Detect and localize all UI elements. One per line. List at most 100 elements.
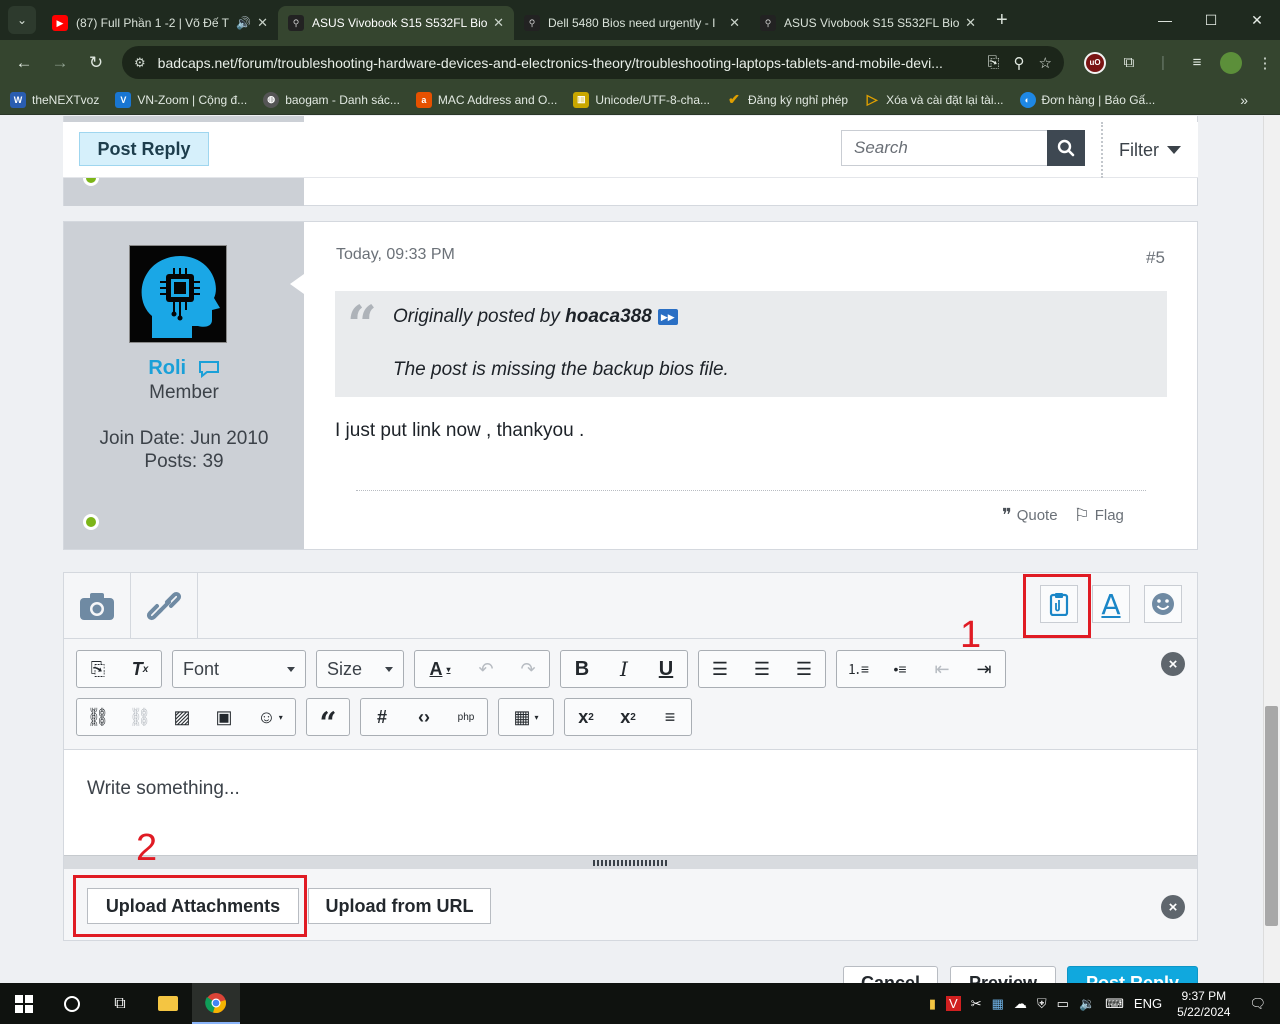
tab-close-icon[interactable]: ✕ [257, 15, 268, 31]
avatar[interactable] [129, 245, 227, 343]
site-info-icon[interactable]: ⚙ [134, 55, 146, 71]
reload-icon[interactable]: ↻ [78, 53, 114, 73]
bookmark-baogam[interactable]: ◍ baogam - Danh sác... [263, 91, 400, 108]
browser-tab-3[interactable]: ⚲ Dell 5480 Bios need urgently - I ✕ [514, 6, 750, 40]
quote-button[interactable]: ❞ Quote [1002, 505, 1058, 526]
subscript-icon[interactable]: x2 [565, 699, 607, 735]
outdent-icon[interactable]: ⇤ [921, 651, 963, 687]
maximize-icon[interactable]: ☐ [1188, 0, 1234, 40]
tray-app-icon[interactable]: ▮ [929, 996, 936, 1012]
tray-tool-icon[interactable]: ✂ [971, 996, 982, 1012]
bookmark-reinstall[interactable]: ▷ Xóa và cài đặt lại tài... [864, 91, 1004, 108]
search-circle-icon[interactable] [48, 983, 96, 1024]
browser-tab-1[interactable]: ▶ (87) Full Phần 1 -2 | Võ Đế T 🔊 ✕ [42, 6, 278, 40]
chrome-icon[interactable] [192, 983, 240, 1024]
private-message-icon[interactable] [198, 360, 220, 378]
bookmark-thenextvoz[interactable]: WtheNEXTvoz [10, 91, 99, 108]
tray-cloud-icon[interactable]: ☁ [1014, 996, 1027, 1012]
browser-menu-icon[interactable]: ⋮ [1248, 46, 1280, 79]
network-icon[interactable]: ▭ [1057, 996, 1069, 1012]
windows-start-icon[interactable] [0, 983, 48, 1024]
php-code-icon[interactable]: php [445, 699, 487, 735]
font-color-icon[interactable]: A ▾ [415, 651, 465, 687]
align-center-icon[interactable]: ☰ [741, 651, 783, 687]
more-bookmarks-icon[interactable]: » [1240, 92, 1248, 108]
cancel-button[interactable]: Cancel [843, 966, 938, 983]
language-indicator[interactable]: ENG [1134, 996, 1162, 1011]
insert-smiley-icon[interactable]: ☺ ▾ [245, 699, 295, 735]
remove-format-icon[interactable]: Tx [119, 651, 161, 687]
insert-table-icon[interactable]: ▦ ▾ [499, 699, 553, 735]
close-window-icon[interactable]: ✕ [1234, 0, 1280, 40]
clock[interactable]: 9:37 PM 5/22/2024 [1177, 988, 1230, 1020]
horizontal-rule-icon[interactable]: ≡ [649, 699, 691, 735]
hashtag-icon[interactable]: # [361, 699, 403, 735]
profile-avatar-icon[interactable] [1214, 46, 1248, 79]
close-attachments-icon[interactable]: × [1161, 895, 1185, 919]
preview-button[interactable]: Preview [950, 966, 1056, 983]
view-post-icon[interactable]: ▶▶ [657, 308, 678, 325]
tray-shield-icon[interactable]: ⛨ [1037, 996, 1047, 1012]
new-tab-button[interactable]: + [996, 9, 1008, 32]
task-view-icon[interactable]: ⧉ [96, 983, 144, 1024]
bookmark-mac-address[interactable]: a MAC Address and O... [415, 91, 557, 108]
bullet-list-icon[interactable]: •≡ [879, 651, 921, 687]
bookmark-unicode[interactable]: ▥ Unicode/UTF-8-cha... [573, 91, 710, 108]
message-textarea[interactable]: Write something... [64, 749, 1197, 855]
speaker-icon[interactable]: 🔊 [236, 16, 251, 30]
bookmark-star-icon[interactable]: ☆ [1039, 54, 1052, 72]
forward-icon[interactable]: → [42, 53, 78, 73]
notifications-icon[interactable]: 🗨 [1249, 996, 1266, 1012]
insert-image-icon[interactable]: ▨ [161, 699, 203, 735]
url-text[interactable]: badcaps.net/forum/troubleshooting-hardwa… [158, 55, 974, 71]
insert-quote-icon[interactable]: “ [307, 699, 349, 741]
address-bar[interactable]: ⚙ badcaps.net/forum/troubleshooting-hard… [122, 46, 1064, 79]
code-icon[interactable]: ‹› [403, 699, 445, 735]
browser-tab-2[interactable]: ⚲ ASUS Vivobook S15 S532FL Bio ✕ [278, 6, 514, 40]
tab-close-icon[interactable]: ✕ [729, 15, 740, 31]
post-reply-button[interactable]: Post Reply [1067, 966, 1198, 983]
keyboard-icon[interactable]: ⌨ [1105, 996, 1124, 1012]
tab-close-icon[interactable]: ✕ [493, 15, 504, 31]
search-button[interactable] [1047, 130, 1085, 166]
align-right-icon[interactable]: ☰ [783, 651, 825, 687]
ordered-list-icon[interactable]: ⒈≡ [837, 651, 879, 687]
bookmark-vnzoom[interactable]: V VN-Zoom | Cộng đ... [115, 91, 247, 108]
browser-tab-4[interactable]: ⚲ ASUS Vivobook S15 S532FL Bio ✕ [750, 6, 986, 40]
unlink-icon[interactable]: ⛓ [119, 699, 161, 735]
editor-resize-handle[interactable] [64, 855, 1197, 869]
underline-icon[interactable]: U [645, 651, 687, 687]
italic-icon[interactable]: I [603, 651, 645, 687]
bookmark-leave-request[interactable]: ✔ Đăng ký nghỉ phép [726, 91, 848, 108]
insert-photo-button[interactable] [64, 573, 131, 639]
zoom-icon[interactable]: ⚲ [1014, 54, 1025, 72]
text-formatting-toggle-button[interactable]: A [1092, 585, 1130, 623]
volume-icon[interactable]: 🔉 [1079, 996, 1095, 1012]
flag-button[interactable]: ⚐ Flag [1074, 505, 1124, 526]
undo-icon[interactable]: ↶ [465, 651, 507, 687]
insert-link-icon[interactable]: ⛓ [77, 699, 119, 735]
align-left-icon[interactable]: ☰ [699, 651, 741, 687]
size-select[interactable]: Size [316, 650, 404, 688]
post-reply-button-top[interactable]: Post Reply [79, 132, 209, 166]
media-controls-icon[interactable]: ≡ [1180, 46, 1214, 79]
tab-search-button[interactable]: ⌄ [8, 6, 36, 34]
redo-icon[interactable]: ↷ [507, 651, 549, 687]
bold-icon[interactable]: B [561, 651, 603, 687]
bookmark-orders[interactable]: ◐ Đơn hàng | Báo Gấ... [1019, 91, 1155, 108]
extensions-puzzle-icon[interactable]: ⧉ [1112, 46, 1146, 79]
tray-vivaldi-icon[interactable]: V [946, 996, 961, 1011]
search-input[interactable]: Search [841, 130, 1047, 166]
emoji-toggle-button[interactable] [1144, 585, 1182, 623]
filter-dropdown[interactable]: Filter [1101, 122, 1181, 178]
back-icon[interactable]: ← [6, 53, 42, 73]
file-explorer-icon[interactable] [144, 983, 192, 1024]
close-toolbar-icon[interactable]: × [1161, 652, 1185, 676]
tab-close-icon[interactable]: ✕ [965, 15, 976, 31]
font-select[interactable]: Font [172, 650, 306, 688]
insert-video-icon[interactable]: ▣ [203, 699, 245, 735]
superscript-icon[interactable]: x2 [607, 699, 649, 735]
scrollbar-thumb[interactable] [1265, 706, 1278, 926]
insert-link-button[interactable] [131, 573, 198, 639]
minimize-icon[interactable]: — [1142, 0, 1188, 40]
